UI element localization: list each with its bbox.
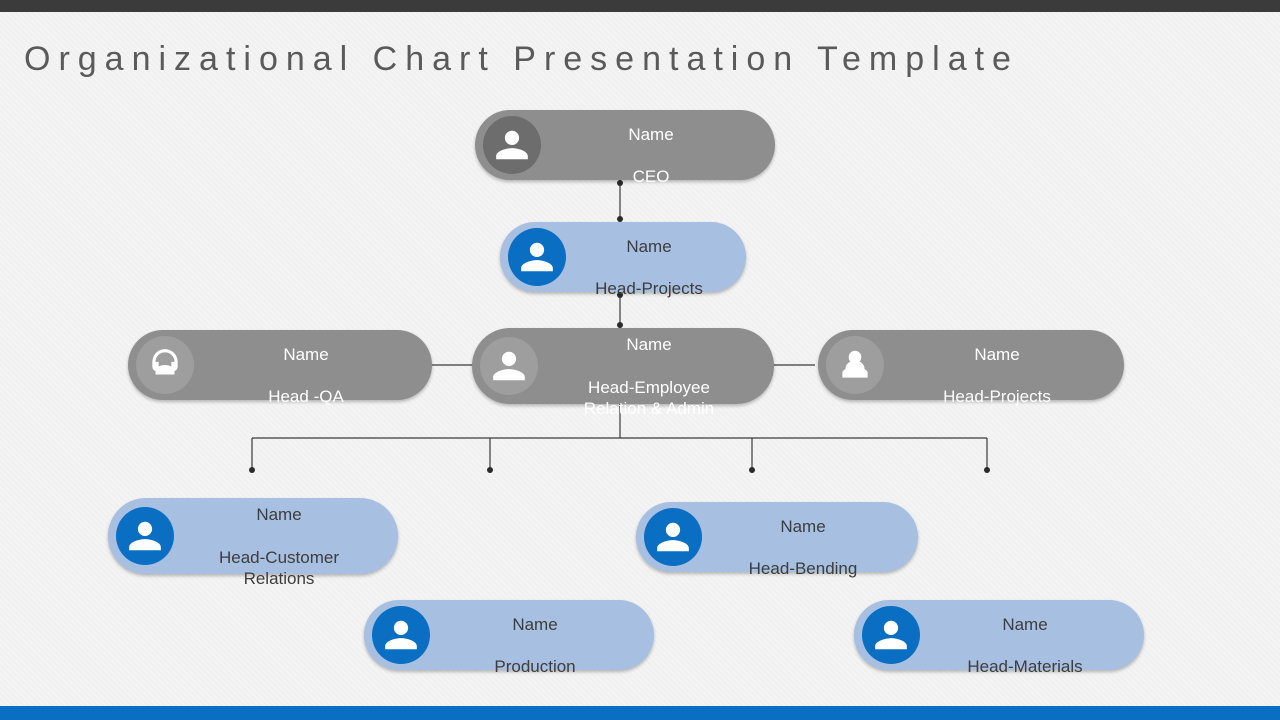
person-icon <box>116 507 174 565</box>
node-head-materials: Name Head-Materials <box>854 600 1144 670</box>
person-icon <box>483 116 541 174</box>
node-name: Name <box>256 505 301 524</box>
node-label: Name Head-Customer Relations <box>180 483 378 589</box>
node-head-qa: Name Head -QA <box>128 330 432 400</box>
node-label: Name Head-Projects <box>890 323 1104 408</box>
person-female-icon <box>826 336 884 394</box>
node-name: Name <box>628 125 673 144</box>
node-role: Head-Projects <box>595 279 703 298</box>
person-icon <box>644 508 702 566</box>
person-icon <box>508 228 566 286</box>
node-role: Production <box>494 657 575 676</box>
node-head-projects-2: Name Head-Projects <box>818 330 1124 400</box>
org-chart-canvas: Name CEO Name Head-Projects Name Head -Q… <box>0 0 1280 720</box>
node-head-admin: Name Head-Employee Relation & Admin <box>472 328 774 404</box>
node-name: Name <box>512 615 557 634</box>
node-role: Head-Customer Relations <box>219 548 339 588</box>
person-icon <box>480 337 538 395</box>
node-ceo: Name CEO <box>475 110 775 180</box>
node-production: Name Production <box>364 600 654 670</box>
node-role: Head-Bending <box>749 559 858 578</box>
node-label: Name Head-Projects <box>572 215 726 300</box>
node-name: Name <box>974 345 1019 364</box>
person-icon <box>862 606 920 664</box>
node-name: Name <box>1002 615 1047 634</box>
node-role: Head-Materials <box>967 657 1082 676</box>
person-icon <box>372 606 430 664</box>
node-label: Name Production <box>436 593 634 678</box>
node-head-bending: Name Head-Bending <box>636 502 918 572</box>
node-name: Name <box>283 345 328 364</box>
node-role: CEO <box>633 167 670 186</box>
node-label: Name Head-Materials <box>926 593 1124 678</box>
node-name: Name <box>780 517 825 536</box>
node-name: Name <box>626 335 671 354</box>
node-role: Head-Employee Relation & Admin <box>584 378 714 418</box>
node-role: Head-Projects <box>943 387 1051 406</box>
node-label: Name Head -QA <box>200 323 412 408</box>
node-head-customer-relations: Name Head-Customer Relations <box>108 498 398 574</box>
person-headset-icon <box>136 336 194 394</box>
node-role: Head -QA <box>268 387 344 406</box>
node-label: Name CEO <box>547 103 755 188</box>
node-label: Name Head-Bending <box>708 495 898 580</box>
node-name: Name <box>626 237 671 256</box>
node-head-projects-1: Name Head-Projects <box>500 222 746 292</box>
node-label: Name Head-Employee Relation & Admin <box>544 313 754 419</box>
